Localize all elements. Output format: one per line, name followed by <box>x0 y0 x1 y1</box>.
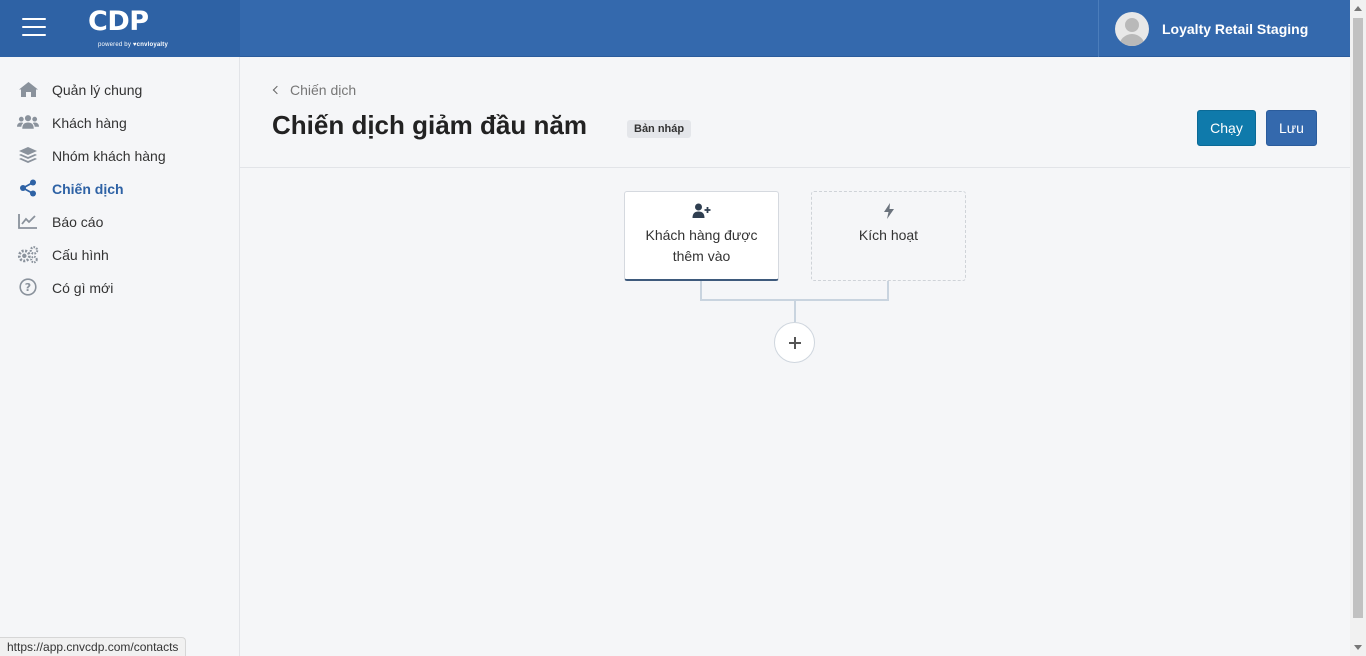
sidebar-item-label: Có gì mới <box>52 279 114 296</box>
sidebar-item-reports[interactable]: Báo cáo <box>0 205 239 238</box>
top-navbar: CDP powered by ♥cnvloyalty Loyalty Retai… <box>0 0 1350 57</box>
question-circle-icon: ? <box>17 278 39 296</box>
page-title: Chiến dịch giảm đầu năm <box>272 110 587 140</box>
chevron-left-icon <box>272 85 282 95</box>
gears-icon <box>17 245 39 263</box>
sidebar-item-label: Nhóm khách hàng <box>52 147 166 164</box>
browser-status-url: https://app.cnvcdp.com/contacts <box>0 637 187 656</box>
scrollbar-thumb[interactable] <box>1353 18 1363 618</box>
sidebar-item-whats-new[interactable]: ? Có gì mới <box>0 271 239 304</box>
header-divider <box>240 167 1350 168</box>
trigger-contact-added[interactable]: Khách hàng được thêm vào <box>624 191 779 281</box>
sidebar-item-overview[interactable]: Quản lý chung <box>0 73 239 106</box>
avatar[interactable] <box>1115 11 1149 46</box>
users-icon <box>17 113 39 131</box>
user-plus-icon <box>625 203 778 219</box>
logo[interactable]: CDP <box>88 6 149 37</box>
sidebar-item-label: Báo cáo <box>52 213 104 230</box>
trigger-label: Khách hàng được thêm vào <box>645 227 758 264</box>
breadcrumb-link[interactable]: Chiến dịch <box>290 82 356 98</box>
breadcrumb[interactable]: Chiến dịch <box>272 82 356 98</box>
save-button[interactable]: Lưu <box>1266 110 1317 146</box>
add-step-button[interactable] <box>774 322 815 363</box>
sidebar-item-contacts[interactable]: Khách hàng <box>0 106 239 139</box>
svg-text:?: ? <box>25 281 31 294</box>
plus-icon <box>788 336 801 349</box>
chart-line-icon <box>17 212 39 230</box>
scroll-up-icon[interactable] <box>1354 6 1362 11</box>
connector-line <box>700 281 702 301</box>
sidebar-item-label: Quản lý chung <box>52 81 143 98</box>
account-name[interactable]: Loyalty Retail Staging <box>1162 21 1308 37</box>
home-icon <box>17 80 39 98</box>
status-badge: Bản nháp <box>627 120 692 138</box>
scrollbar[interactable] <box>1350 0 1366 656</box>
sidebar-item-label: Cấu hình <box>52 246 109 263</box>
menu-toggle-icon[interactable] <box>22 18 46 38</box>
sidebar-item-segments[interactable]: Nhóm khách hàng <box>0 139 239 172</box>
account-menu[interactable]: Loyalty Retail Staging <box>1098 0 1350 57</box>
bolt-icon <box>812 203 965 219</box>
layers-icon <box>17 146 39 164</box>
share-icon <box>17 179 39 197</box>
sidebar: Quản lý chung Khách hàng Nhóm khách hàng… <box>0 57 240 656</box>
connector-line <box>794 299 796 322</box>
connector-line <box>887 281 889 301</box>
run-button[interactable]: Chạy <box>1197 110 1256 146</box>
sidebar-item-campaigns[interactable]: Chiến dịch <box>0 172 239 205</box>
sidebar-item-label: Khách hàng <box>52 114 127 131</box>
sidebar-item-settings[interactable]: Cấu hình <box>0 238 239 271</box>
logo-powered-by: powered by ♥cnvloyalty <box>98 42 169 48</box>
scroll-down-icon[interactable] <box>1354 645 1362 650</box>
trigger-activate[interactable]: Kích hoạt <box>811 191 966 281</box>
trigger-label: Kích hoạt <box>858 227 919 243</box>
sidebar-item-label: Chiến dịch <box>52 180 124 197</box>
brand-area: CDP powered by ♥cnvloyalty <box>0 0 240 57</box>
